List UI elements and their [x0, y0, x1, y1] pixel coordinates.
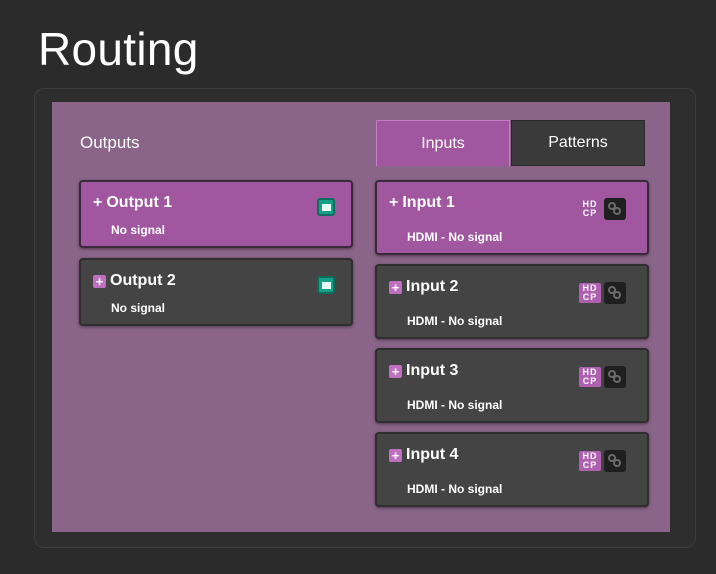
input-card-title: + Input 2	[389, 278, 458, 296]
output-card-title: + Output 1	[93, 194, 172, 212]
video-icon[interactable]	[317, 276, 335, 294]
input-card-title: + Input 3	[389, 362, 458, 380]
plus-icon[interactable]: +	[93, 274, 106, 288]
plus-icon[interactable]: +	[389, 194, 398, 212]
plus-icon[interactable]: +	[93, 194, 102, 212]
input-card-1[interactable]: + Input 1 HDMI - No signal HD CP	[375, 180, 649, 255]
plus-icon[interactable]: +	[389, 448, 402, 462]
link-icon[interactable]	[604, 198, 626, 220]
link-icon[interactable]	[604, 366, 626, 388]
tab-patterns[interactable]: Patterns	[511, 120, 645, 166]
plus-icon[interactable]: +	[389, 364, 402, 378]
hdcp-icon-bottom: CP	[582, 376, 598, 386]
hdcp-icon: HD CP	[579, 283, 601, 303]
input-status: HDMI - No signal	[407, 314, 503, 328]
input-name: Input 4	[406, 446, 459, 463]
input-status: HDMI - No signal	[407, 398, 503, 412]
page-title: Routing	[38, 23, 199, 75]
tab-inputs[interactable]: Inputs	[376, 120, 510, 166]
input-name: Input 2	[406, 278, 459, 295]
input-card-4[interactable]: + Input 4 HDMI - No signal HD CP	[375, 432, 649, 507]
video-icon[interactable]	[317, 198, 335, 216]
input-card-3[interactable]: + Input 3 HDMI - No signal HD CP	[375, 348, 649, 423]
input-card-2[interactable]: + Input 2 HDMI - No signal HD CP	[375, 264, 649, 339]
outputs-label: Outputs	[80, 133, 140, 152]
link-icon[interactable]	[604, 450, 626, 472]
input-status: HDMI - No signal	[407, 482, 503, 496]
hdcp-icon: HD CP	[579, 451, 601, 471]
output-name: Output 2	[110, 272, 176, 289]
input-card-title: + Input 1	[389, 194, 455, 212]
input-card-title: + Input 4	[389, 446, 458, 464]
hdcp-icon: HD CP	[579, 367, 601, 387]
link-icon[interactable]	[604, 282, 626, 304]
output-name: Output 1	[106, 194, 173, 211]
hdcp-icon: HD CP	[579, 199, 601, 219]
hdcp-icon-bottom: CP	[582, 460, 598, 470]
output-card-2[interactable]: + Output 2 No signal	[79, 258, 353, 326]
input-name: Input 3	[406, 362, 459, 379]
input-status: HDMI - No signal	[407, 230, 503, 244]
hdcp-icon-bottom: CP	[582, 292, 598, 302]
output-status: No signal	[111, 223, 166, 237]
output-card-1[interactable]: + Output 1 No signal	[79, 180, 353, 248]
output-card-title: + Output 2	[93, 272, 176, 290]
hdcp-icon-bottom: CP	[582, 208, 598, 218]
plus-icon[interactable]: +	[389, 280, 402, 294]
output-status: No signal	[111, 301, 166, 315]
input-name: Input 1	[402, 194, 455, 211]
